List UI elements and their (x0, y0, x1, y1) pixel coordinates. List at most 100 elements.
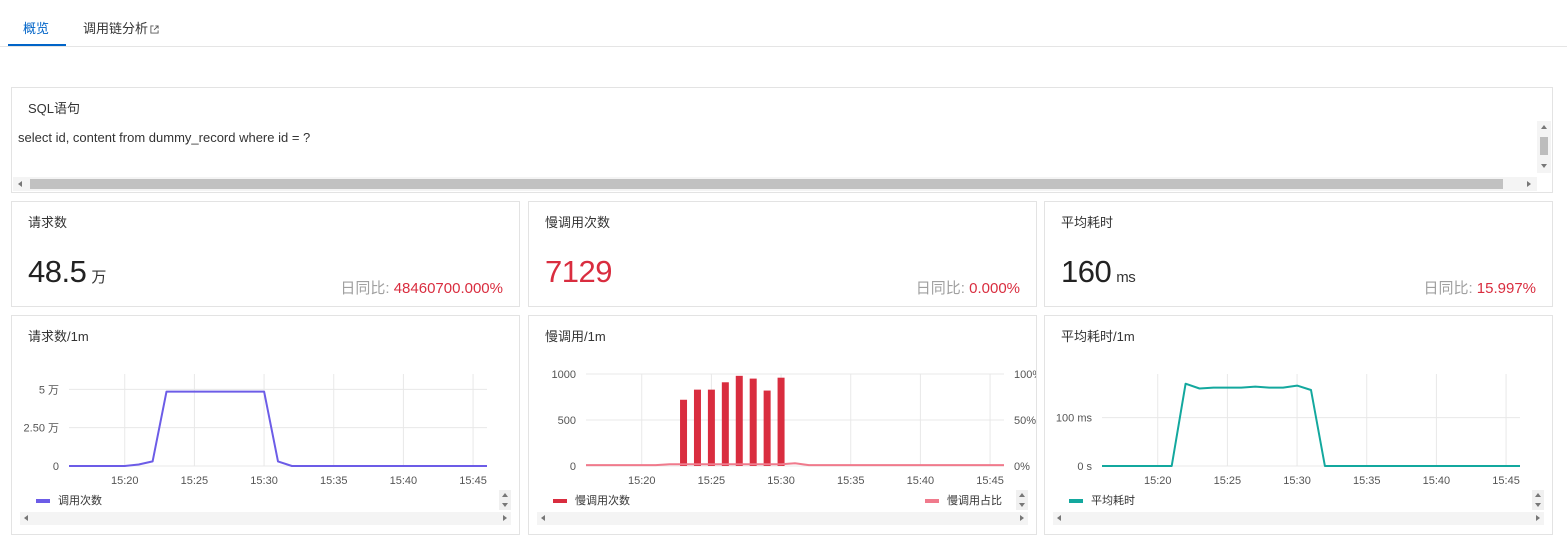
y-tick-label: 500 (558, 415, 576, 427)
legend-latency[interactable]: 平均耗时 (1069, 492, 1135, 508)
y-tick-label: 1000 (552, 369, 576, 381)
legend-down-arrow-icon[interactable] (1019, 503, 1025, 507)
stat-slow-value: 7129 (545, 254, 612, 289)
chart-panel-latency: 平均耗时/1m 15:20 15:25 15:30 15:35 15:40 15:45 0 … (1044, 315, 1553, 535)
sql-statement: select id, content from dummy_record whe… (18, 130, 311, 145)
legend-swatch-slow-ratio (925, 499, 939, 504)
legend-swatch-slow-count (553, 499, 567, 504)
slow-ratio-line (586, 462, 1004, 467)
legend-label-slow-count: 慢调用次数 (575, 495, 630, 507)
sql-vscroll-thumb[interactable] (1540, 137, 1548, 155)
chart-hscroll-requests[interactable] (20, 512, 511, 525)
stat-requests-compare: 日同比: 48460700.000% (340, 280, 503, 297)
stat-requests-title: 请求数 (28, 215, 68, 230)
y-tick-label: 2.50 万 (24, 423, 59, 435)
legend-slow-ratio[interactable]: 慢调用占比 (925, 492, 1002, 508)
sql-panel-title: SQL语句 (28, 101, 81, 116)
legend-up-arrow-icon[interactable] (1535, 493, 1541, 497)
requests-series-line (69, 390, 487, 467)
scroll-left-arrow-icon[interactable] (18, 181, 22, 187)
legend-up-arrow-icon[interactable] (502, 493, 508, 497)
sql-panel: SQL语句 select id, content from dummy_reco… (11, 87, 1553, 193)
slow-count-bar (680, 399, 688, 466)
legend-down-arrow-icon[interactable] (1535, 503, 1541, 507)
latency-series-line (1102, 382, 1520, 467)
stat-card-latency: 平均耗时 160 ms 日同比: 15.997% (1044, 201, 1553, 307)
legend-scroll-requests[interactable] (499, 490, 511, 510)
scroll-right-arrow-icon[interactable] (503, 515, 507, 521)
stat-latency-title: 平均耗时 (1061, 215, 1114, 230)
legend-requests[interactable]: 调用次数 (36, 492, 102, 508)
x-tick-label: 15:25 (181, 475, 209, 487)
slow-count-bar (707, 389, 715, 466)
tab-overview[interactable]: 概览 (23, 18, 49, 37)
y-tick-label: 0 s (1077, 461, 1092, 473)
stat-card-requests: 请求数 48.5 万 日同比: 48460700.000% (11, 201, 520, 307)
x-tick-label: 15:25 (698, 475, 726, 487)
legend-slow-count[interactable]: 慢调用次数 (553, 492, 630, 508)
legend-swatch-latency (1069, 499, 1083, 504)
slow-count-bar (735, 375, 743, 466)
legend-scroll-latency[interactable] (1532, 490, 1544, 510)
x-tick-label: 15:30 (250, 475, 278, 487)
stat-requests-value: 48.5 万 (28, 254, 106, 289)
y2-tick-label: 50% (1014, 415, 1036, 427)
slow-count-bar (763, 390, 771, 466)
requests-chart: 15:20 15:25 15:30 15:35 15:40 15:45 0 2.50 万 5 万 (24, 374, 487, 487)
x-tick-label: 15:40 (390, 475, 418, 487)
legend-label-latency: 平均耗时 (1091, 495, 1135, 507)
x-tick-label: 15:20 (628, 475, 656, 487)
stat-latency-value: 160 ms (1061, 254, 1136, 289)
stat-card-slow: 慢调用次数 7129 日同比: 0.000% (528, 201, 1037, 307)
x-tick-label: 15:20 (1144, 475, 1172, 487)
scroll-right-arrow-icon[interactable] (1527, 181, 1531, 187)
x-tick-label: 15:45 (976, 475, 1004, 487)
latency-chart: 15:20 15:25 15:30 15:35 15:40 15:45 0 s 100 ms (1056, 374, 1520, 487)
stat-latency-unit: ms (1116, 269, 1136, 286)
x-tick-label: 15:25 (1214, 475, 1242, 487)
tab-active-indicator (8, 44, 66, 46)
x-tick-label: 15:20 (111, 475, 139, 487)
x-tick-label: 15:45 (1492, 475, 1520, 487)
chart-hscroll-slow[interactable] (537, 512, 1028, 525)
x-tick-label: 15:30 (1283, 475, 1311, 487)
scroll-up-arrow-icon[interactable] (1541, 125, 1547, 129)
stat-slow-title: 慢调用次数 (545, 215, 611, 230)
stat-slow-compare: 日同比: 0.000% (915, 280, 1020, 297)
x-tick-label: 15:40 (907, 475, 935, 487)
slow-count-bar (721, 382, 729, 466)
stat-requests-unit: 万 (91, 269, 106, 286)
sql-vertical-scrollbar[interactable] (1537, 121, 1551, 173)
slow-count-bar (777, 377, 785, 466)
x-tick-label: 15:45 (459, 475, 487, 487)
tab-trace-analysis[interactable]: 调用链分析 (83, 18, 159, 37)
scroll-left-arrow-icon[interactable] (1057, 515, 1061, 521)
chart-hscroll-latency[interactable] (1053, 512, 1544, 525)
x-tick-label: 15:35 (1353, 475, 1381, 487)
y-tick-label: 5 万 (39, 384, 59, 396)
sql-horizontal-scrollbar[interactable] (13, 177, 1537, 191)
sql-hscroll-thumb[interactable] (30, 179, 1503, 189)
slow-calls-chart: 15:20 15:25 15:30 15:35 15:40 15:45 0 500 1000 0%… (552, 369, 1036, 487)
stat-latency-compare: 日同比: 15.997% (1423, 280, 1536, 297)
scroll-right-arrow-icon[interactable] (1020, 515, 1024, 521)
slow-count-bar (749, 378, 757, 466)
chart-panel-requests: 请求数/1m 15:20 15:25 15:30 15:35 15:40 15:45 0 2.… (11, 315, 520, 535)
y-tick-label: 100 ms (1056, 413, 1093, 425)
chart-panel-slow: 慢调用/1m 15:20 15:25 15:30 15:35 15:40 15:45 0 50… (528, 315, 1037, 535)
legend-scroll-slow[interactable] (1016, 490, 1028, 510)
legend-up-arrow-icon[interactable] (1019, 493, 1025, 497)
scroll-right-arrow-icon[interactable] (1536, 515, 1540, 521)
x-tick-label: 15:35 (320, 475, 348, 487)
slow-count-bar (693, 389, 701, 466)
x-tick-label: 15:40 (1423, 475, 1451, 487)
scroll-left-arrow-icon[interactable] (541, 515, 545, 521)
legend-down-arrow-icon[interactable] (502, 503, 508, 507)
legend-swatch-requests (36, 499, 50, 504)
legend-label-requests: 调用次数 (58, 495, 102, 507)
scroll-left-arrow-icon[interactable] (24, 515, 28, 521)
external-link-icon (150, 25, 159, 34)
y2-tick-label: 100% (1014, 369, 1036, 381)
scroll-down-arrow-icon[interactable] (1541, 164, 1547, 168)
tab-bar: 概览 调用链分析 (0, 0, 1567, 47)
